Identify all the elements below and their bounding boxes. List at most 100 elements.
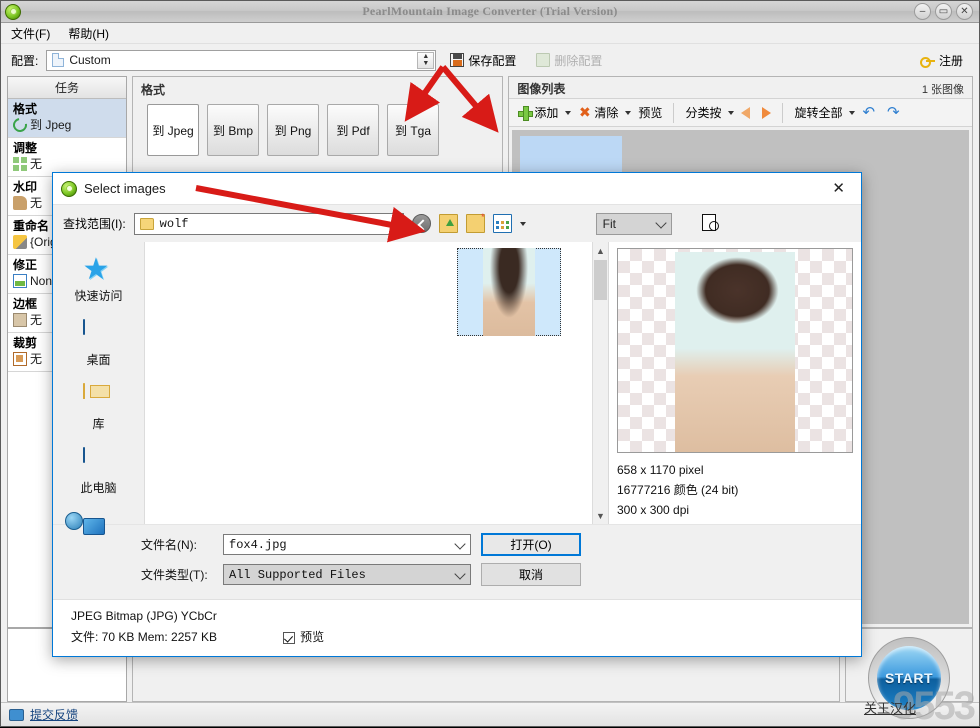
arrow-left-icon bbox=[741, 106, 751, 119]
place-this-pc[interactable]: 此电脑 bbox=[53, 447, 144, 496]
preview-dpi: 300 x 300 dpi bbox=[617, 503, 690, 517]
format-button-row: 到 Jpeg 到 Bmp 到 Png 到 Pdf 到 Tga bbox=[133, 100, 502, 164]
menu-help[interactable]: 帮助(H) bbox=[68, 25, 109, 42]
desktop-icon bbox=[82, 319, 115, 348]
filename-chevron-down-icon[interactable] bbox=[454, 538, 466, 550]
scrollbar-thumb[interactable] bbox=[594, 260, 607, 300]
crop-icon bbox=[13, 352, 27, 366]
filetype-chevron-down-icon[interactable] bbox=[454, 568, 466, 580]
delete-config-button[interactable]: 删除配置 bbox=[530, 50, 608, 71]
add-dropdown-caret-icon[interactable] bbox=[565, 110, 572, 115]
dialog-close-icon[interactable]: ✕ bbox=[824, 181, 853, 196]
add-label: 添加 bbox=[534, 106, 559, 120]
file-list[interactable]: ▲ ▼ bbox=[145, 242, 609, 524]
toolbar-separator bbox=[673, 102, 675, 123]
scroll-down-button[interactable]: ▼ bbox=[593, 507, 608, 524]
rotate-dropdown-caret-icon[interactable] bbox=[849, 110, 856, 115]
filename-input[interactable]: fox4.jpg bbox=[223, 534, 471, 555]
file-thumbnail-item[interactable] bbox=[457, 248, 561, 336]
open-button[interactable]: 打开(O) bbox=[481, 533, 581, 556]
submit-feedback-link[interactable]: 提交反馈 bbox=[30, 706, 78, 723]
save-config-button[interactable]: 保存配置 bbox=[444, 50, 522, 71]
status-size-line: 文件: 70 KB Mem: 2257 KB 预览 bbox=[71, 627, 861, 648]
window-title: PearlMountain Image Converter (Trial Ver… bbox=[362, 4, 618, 18]
place-desktop[interactable]: 桌面 bbox=[53, 319, 144, 368]
floppy-save-icon bbox=[450, 53, 465, 67]
place-quick-access[interactable]: ★ 快速访问 bbox=[53, 255, 144, 304]
format-button-jpeg[interactable]: 到 Jpeg bbox=[147, 104, 199, 156]
new-folder-icon[interactable] bbox=[465, 213, 485, 233]
view-mode-icon[interactable] bbox=[492, 214, 512, 233]
resize-icon bbox=[13, 157, 27, 171]
preview-button[interactable]: 预览 bbox=[633, 101, 667, 124]
preview-checkbox[interactable] bbox=[283, 631, 296, 644]
rotate-right-button[interactable]: ↷ bbox=[882, 103, 905, 123]
task-item-value: 到 Jpeg bbox=[30, 118, 72, 132]
convert-icon bbox=[10, 115, 30, 135]
register-label: 注册 bbox=[938, 53, 963, 68]
task-item-value: 无 bbox=[30, 352, 43, 366]
sort-dropdown-caret-icon[interactable] bbox=[728, 110, 735, 115]
file-list-scrollbar[interactable]: ▲ ▼ bbox=[592, 242, 608, 524]
rotate-ccw-icon: ↶ bbox=[862, 103, 876, 121]
register-button[interactable]: 注册 bbox=[914, 50, 969, 71]
rotate-left-button[interactable]: ↶ bbox=[857, 103, 880, 123]
up-folder-icon[interactable] bbox=[438, 214, 458, 233]
fit-chevron-down-icon[interactable] bbox=[655, 216, 667, 229]
fit-mode-combo[interactable]: Fit bbox=[595, 212, 672, 235]
preview-zoom-icon[interactable] bbox=[701, 214, 720, 233]
format-button-tga[interactable]: 到 Tga bbox=[387, 104, 439, 156]
start-button-label: START bbox=[877, 646, 941, 710]
filename-value: fox4.jpg bbox=[229, 537, 287, 552]
config-toolbar: 配置: Custom ▲ ▼ 保存配置 删除配置 注册 bbox=[1, 44, 979, 76]
filetype-value: All Supported Files bbox=[229, 567, 366, 582]
back-icon[interactable] bbox=[411, 214, 431, 233]
plus-icon bbox=[518, 106, 534, 121]
preview-checkbox-row[interactable]: 预览 bbox=[283, 627, 324, 648]
filetype-row: 文件类型(T): All Supported Files 取消 bbox=[141, 563, 851, 586]
clear-x-icon: ✖ bbox=[579, 104, 591, 120]
task-item-value-row: 到 Jpeg bbox=[10, 115, 121, 135]
maximize-button[interactable]: ▭ bbox=[935, 3, 952, 20]
task-panel-header: 任务 bbox=[8, 77, 126, 99]
place-label: 快速访问 bbox=[74, 289, 123, 303]
config-label: 配置: bbox=[11, 53, 39, 68]
menu-file[interactable]: 文件(F) bbox=[11, 25, 50, 42]
config-spinner[interactable]: ▲ ▼ bbox=[417, 51, 435, 69]
preview-image-box[interactable] bbox=[617, 248, 853, 453]
start-button[interactable]: START bbox=[868, 637, 950, 719]
minimize-button[interactable]: – bbox=[914, 3, 931, 20]
sort-by-button[interactable]: 分类按 bbox=[680, 101, 726, 124]
clear-dropdown-caret-icon[interactable] bbox=[625, 110, 632, 115]
arrow-right-icon bbox=[762, 106, 772, 119]
task-item-title: 格式 bbox=[13, 102, 38, 116]
place-library[interactable]: 库 bbox=[53, 383, 144, 432]
network-icon bbox=[83, 512, 115, 540]
lookin-combo[interactable]: wolf bbox=[133, 212, 404, 235]
format-panel-title: 格式 bbox=[141, 83, 166, 97]
move-left-button[interactable] bbox=[736, 104, 755, 122]
scroll-up-button[interactable]: ▲ bbox=[593, 242, 608, 259]
format-button-bmp[interactable]: 到 Bmp bbox=[207, 104, 259, 156]
clear-images-button[interactable]: ✖ 清除 bbox=[573, 101, 623, 124]
move-right-button[interactable] bbox=[757, 104, 776, 122]
view-mode-caret-icon[interactable] bbox=[519, 221, 526, 226]
rotate-all-button[interactable]: 旋转全部 bbox=[789, 101, 847, 124]
filename-row: 文件名(N): fox4.jpg 打开(O) bbox=[141, 533, 851, 556]
add-images-button[interactable]: 添加 bbox=[513, 101, 563, 124]
clear-label: 清除 bbox=[594, 106, 619, 120]
image-count-label: 1 张图像 bbox=[921, 83, 965, 96]
image-list-title: 图像列表 bbox=[517, 82, 566, 96]
format-button-pdf[interactable]: 到 Pdf bbox=[327, 104, 379, 156]
task-item-format[interactable]: 格式 到 Jpeg bbox=[8, 99, 126, 138]
dialog-status-area: JPEG Bitmap (JPG) YCbCr 文件: 70 KB Mem: 2… bbox=[53, 599, 861, 656]
chevron-down-icon[interactable] bbox=[387, 216, 399, 229]
filetype-select[interactable]: All Supported Files bbox=[223, 564, 471, 585]
menu-bar: 文件(F) 帮助(H) bbox=[1, 23, 979, 44]
status-format-line: JPEG Bitmap (JPG) YCbCr bbox=[71, 609, 217, 623]
close-button[interactable]: ✕ bbox=[956, 3, 973, 20]
config-preset-combo[interactable]: Custom ▲ ▼ bbox=[46, 49, 437, 71]
cancel-button[interactable]: 取消 bbox=[481, 563, 581, 586]
format-button-png[interactable]: 到 Png bbox=[267, 104, 319, 156]
file-thumbnail-image bbox=[483, 248, 535, 336]
